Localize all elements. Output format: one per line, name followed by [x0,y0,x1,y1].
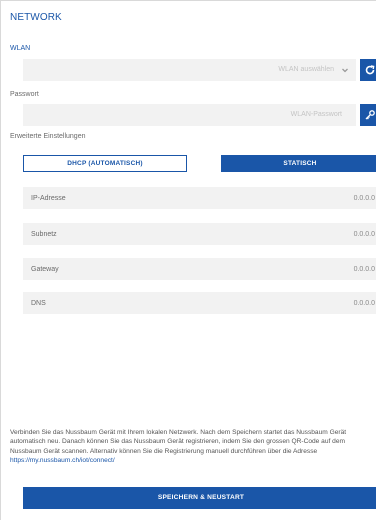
gateway-value: 0.0.0.0 [353,266,375,273]
gateway-label: Gateway [31,266,59,273]
chevron-down-icon [342,68,348,73]
password-placeholder: WLAN-Passwort [290,111,342,118]
save-restart-button[interactable]: SPEICHERN & NEUSTART [23,487,376,509]
gateway-field[interactable]: Gateway 0.0.0.0 [23,258,376,280]
advanced-settings-label[interactable]: Erweiterte Einstellungen [10,133,86,140]
wlan-select-value: WLAN auswählen [278,66,334,73]
password-reveal-button[interactable] [360,104,376,126]
page: NETWORK WLAN WLAN auswählen Passwort WLA… [0,0,376,523]
ip-address-field[interactable]: IP-Adresse 0.0.0.0 [23,187,376,209]
dns-value: 0.0.0.0 [353,300,375,307]
page-title: NETWORK [10,12,62,23]
dns-field[interactable]: DNS 0.0.0.0 [23,292,376,314]
subnet-label: Subnetz [31,231,57,238]
wlan-select[interactable]: WLAN auswählen [23,59,356,81]
ip-address-label: IP-Adresse [31,195,66,202]
info-text: Verbinden Sie das Nussbaum Gerät mit Ihr… [10,429,347,455]
network-settings-card: NETWORK WLAN WLAN auswählen Passwort WLA… [0,0,376,520]
wlan-refresh-button[interactable] [360,59,376,81]
wlan-label: WLAN [10,45,31,52]
password-input[interactable]: WLAN-Passwort [23,104,356,126]
key-icon [365,110,375,120]
subnet-value: 0.0.0.0 [353,231,375,238]
static-button[interactable]: STATISCH [221,155,376,172]
subnet-field[interactable]: Subnetz 0.0.0.0 [23,223,376,245]
ip-address-value: 0.0.0.0 [353,195,375,202]
password-label: Passwort [10,91,39,98]
dns-label: DNS [31,300,46,307]
info-text-block: Verbinden Sie das Nussbaum Gerät mit Ihr… [10,428,376,465]
registration-link[interactable]: https://my.nussbaum.ch/iot/connect/ [10,456,376,465]
dhcp-button[interactable]: DHCP (AUTOMATISCH) [23,155,187,172]
refresh-icon [365,65,375,75]
